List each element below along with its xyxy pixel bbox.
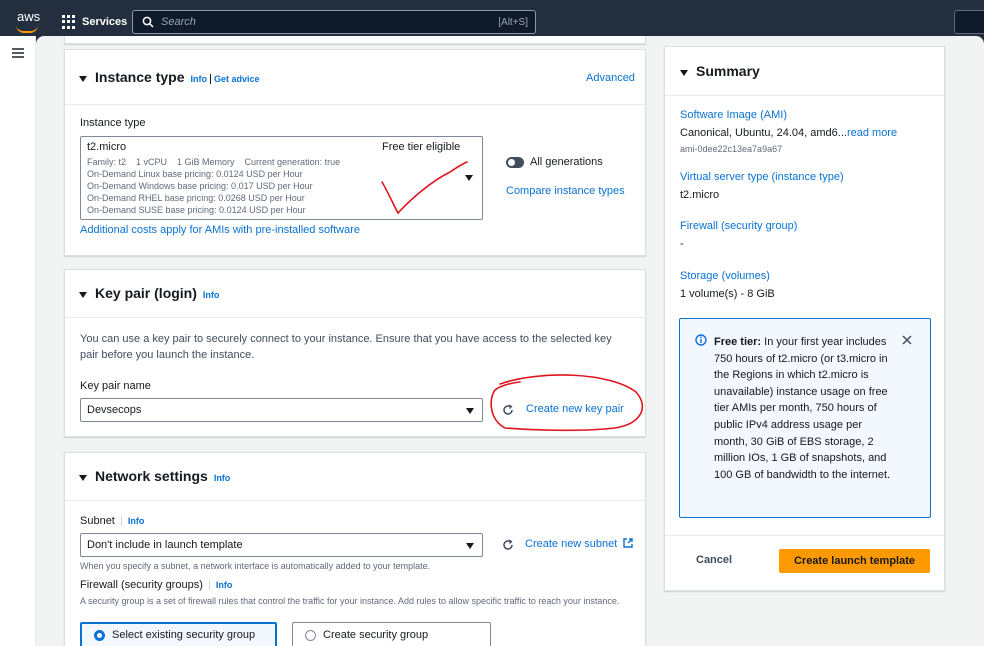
read-more-link[interactable]: read more [847, 127, 897, 139]
instance-type-field-label: Instance type [80, 117, 146, 129]
network-info-link[interactable]: Info [214, 473, 231, 483]
instance-type-select[interactable]: t2.micro Free tier eligible Family: t2 1… [80, 136, 483, 220]
firewall-summary-value: - [680, 238, 684, 250]
aws-logo[interactable]: aws [14, 8, 44, 34]
key-pair-info-link[interactable]: Info [203, 290, 220, 300]
key-pair-panel: Key pair (login) Info You can use a key p… [64, 269, 646, 437]
firewall-summary-label[interactable]: Firewall (security group) [680, 220, 797, 232]
instance-type-panel: Instance type Info Get advice Advanced Ins… [64, 49, 646, 256]
subnet-selected-value: Don't include in launch template [87, 539, 243, 551]
aws-logo-text: aws [17, 9, 41, 24]
collapse-caret-icon[interactable] [680, 70, 688, 77]
close-icon[interactable] [902, 335, 912, 345]
create-launch-template-button[interactable]: Create launch template [779, 549, 930, 573]
free-tier-alert: Free tier: In your first year includes 7… [679, 318, 931, 518]
search-bar[interactable]: [Alt+S] [132, 10, 536, 34]
storage-label[interactable]: Storage (volumes) [680, 270, 770, 282]
instance-pricing-windows: On-Demand Windows base pricing: 0.017 US… [87, 181, 313, 191]
network-settings-panel: Network settings Info Subnet Info Don't in… [64, 452, 646, 646]
select-existing-security-group-option[interactable]: Select existing security group [80, 622, 277, 646]
compare-instance-types-link[interactable]: Compare instance types [506, 185, 625, 197]
services-label: Services [82, 16, 128, 28]
select-existing-label: Select existing security group [112, 629, 256, 641]
key-pair-selected-value: Devsecops [87, 404, 142, 416]
previous-panel-edge [64, 36, 646, 44]
additional-costs-link[interactable]: Additional costs apply for AMIs with pre… [80, 224, 360, 236]
firewall-note: A security group is a set of firewall ru… [80, 596, 620, 606]
server-type-value: t2.micro [680, 189, 720, 201]
collapse-caret-icon[interactable] [79, 475, 87, 482]
key-pair-description: You can use a key pair to securely conne… [80, 333, 612, 361]
chevron-down-icon [465, 175, 473, 181]
firewall-label: Firewall (security groups) [80, 579, 203, 591]
all-generations-label: All generations [530, 156, 603, 168]
radio-selected-icon [94, 629, 105, 641]
refresh-icon[interactable] [502, 539, 514, 551]
instance-details-line: Family: t2 1 vCPU 1 GiB Memory Current g… [87, 157, 341, 167]
instance-pricing-rhel: On-Demand RHEL base pricing: 0.0268 USD … [87, 193, 305, 203]
summary-panel: Summary Software Image (AMI) Canonical, … [664, 46, 945, 591]
collapse-caret-icon[interactable] [79, 292, 87, 299]
info-icon [695, 334, 707, 346]
collapse-caret-icon[interactable] [79, 76, 87, 83]
chevron-down-icon [466, 408, 474, 414]
search-icon [142, 16, 154, 28]
network-settings-title: Network settings [95, 468, 208, 484]
create-key-pair-link[interactable]: Create new key pair [526, 403, 624, 415]
summary-title: Summary [696, 63, 760, 79]
key-pair-title: Key pair (login) [95, 285, 197, 301]
ami-label[interactable]: Software Image (AMI) [680, 109, 787, 121]
external-link-icon [623, 538, 634, 548]
menu-icon[interactable] [12, 48, 24, 59]
services-grid-icon [62, 15, 76, 29]
subnet-note: When you specify a subnet, a network int… [80, 561, 431, 571]
ami-id: ami-0dee22c13ea7a9a67 [680, 144, 783, 154]
instance-type-title: Instance type [95, 69, 185, 85]
server-type-label[interactable]: Virtual server type (instance type) [680, 171, 844, 183]
search-input[interactable] [161, 16, 499, 28]
side-navigation [0, 36, 36, 646]
ami-value: Canonical, Ubuntu, 24.04, amd6... [680, 127, 847, 139]
services-menu-button[interactable]: Services [62, 11, 127, 33]
free-tier-alert-title: Free tier: [714, 336, 762, 348]
search-shortcut-hint: [Alt+S] [498, 16, 528, 28]
topbar-right-control[interactable] [954, 10, 984, 34]
advanced-link[interactable]: Advanced [586, 72, 635, 84]
cancel-button[interactable]: Cancel [696, 554, 732, 566]
instance-pricing-linux: On-Demand Linux base pricing: 0.0124 USD… [87, 169, 303, 179]
instance-pricing-suse: On-Demand SUSE base pricing: 0.0124 USD … [87, 205, 306, 215]
key-pair-name-label: Key pair name [80, 380, 151, 392]
create-security-group-option[interactable]: Create security group [292, 622, 491, 646]
instance-type-info-link[interactable]: Info [190, 74, 207, 84]
subnet-info-link[interactable]: Info [128, 516, 145, 526]
radio-unselected-icon [305, 629, 316, 641]
create-security-group-label: Create security group [323, 629, 429, 641]
all-generations-toggle[interactable] [506, 157, 524, 168]
free-tier-eligible-label: Free tier eligible [382, 141, 461, 153]
subnet-label: Subnet [80, 515, 115, 527]
create-subnet-link[interactable]: Create new subnet [525, 538, 617, 550]
chevron-down-icon [466, 543, 474, 549]
refresh-icon[interactable] [502, 404, 514, 416]
key-pair-select[interactable]: Devsecops [80, 398, 483, 422]
subnet-select[interactable]: Don't include in launch template [80, 533, 483, 557]
get-advice-link[interactable]: Get advice [214, 74, 260, 84]
free-tier-alert-text: In your first year includes 750 hours of… [714, 336, 891, 481]
firewall-info-link[interactable]: Info [216, 580, 233, 590]
storage-value: 1 volume(s) - 8 GiB [680, 288, 775, 300]
instance-type-selected-value: t2.micro [87, 141, 127, 153]
